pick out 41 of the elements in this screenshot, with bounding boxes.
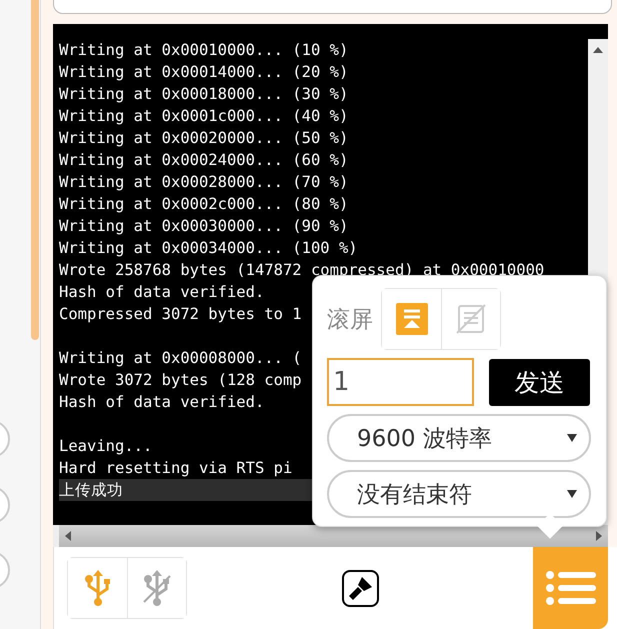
brush-icon: [348, 575, 374, 601]
console-line: Hard resetting via RTS pi: [59, 459, 292, 477]
caret-icon: [567, 490, 577, 498]
console-line: Writing at 0x00024000... (60 %): [59, 151, 348, 169]
usb-off-icon: [142, 570, 172, 606]
disconnect-button[interactable]: [127, 558, 186, 618]
baud-rate-select[interactable]: 9600 波特率: [327, 414, 591, 462]
console-line: Leaving...: [59, 437, 152, 455]
menu-button[interactable]: [533, 547, 608, 629]
console-line: Writing at 0x00014000... (20 %): [59, 63, 348, 81]
console-line: Writing at 0x00034000... (100 %): [59, 239, 358, 257]
scroll-up-icon[interactable]: [593, 47, 603, 53]
console-line: Compressed 3072 bytes to 1: [59, 305, 302, 323]
list-icon: [546, 571, 596, 605]
scrollbar-thumb[interactable]: [31, 0, 39, 340]
console-line: Wrote 3072 bytes (128 comp: [59, 371, 302, 389]
no-scroll-icon: [455, 303, 487, 335]
clear-button[interactable]: [342, 570, 379, 606]
scroll-right-icon[interactable]: [596, 531, 602, 541]
console-line: Writing at 0x0001c000... (40 %): [59, 107, 348, 125]
console-line: Writing at 0x00028000... (70 %): [59, 173, 348, 191]
console-line: Hash of data verified.: [59, 393, 264, 411]
send-button[interactable]: 发送: [489, 358, 590, 406]
horizontal-scrollbar[interactable]: [53, 525, 608, 547]
usb-icon: [82, 570, 112, 606]
console-line: Wrote 258768 bytes (147872 compressed) at 0x00010000: [59, 261, 544, 279]
scroll-mode-button[interactable]: [441, 289, 500, 349]
line-ending-select[interactable]: 没有结束符: [327, 470, 591, 518]
caret-icon: [567, 434, 577, 442]
console-line: Writing at 0x00010000... (10 %): [59, 41, 348, 59]
scroll-label: 滚屏: [327, 306, 373, 334]
console-line: Writing at 0x00030000... (90 %): [59, 217, 348, 235]
console-line: 上传成功: [59, 481, 123, 499]
console-line: Writing at 0x00020000... (50 %): [59, 129, 348, 147]
input-field[interactable]: 1: [327, 358, 474, 406]
scroll-left-icon[interactable]: [65, 531, 71, 541]
console-line: Writing at 0x0002c000... (80 %): [59, 195, 348, 213]
console-line: Hash of data verified.: [59, 283, 264, 301]
console-line: Writing at 0x00008000... (: [59, 349, 302, 367]
console-line: Writing at 0x00018000... (30 %): [59, 85, 348, 103]
scroll-bottom-icon: [396, 303, 428, 335]
